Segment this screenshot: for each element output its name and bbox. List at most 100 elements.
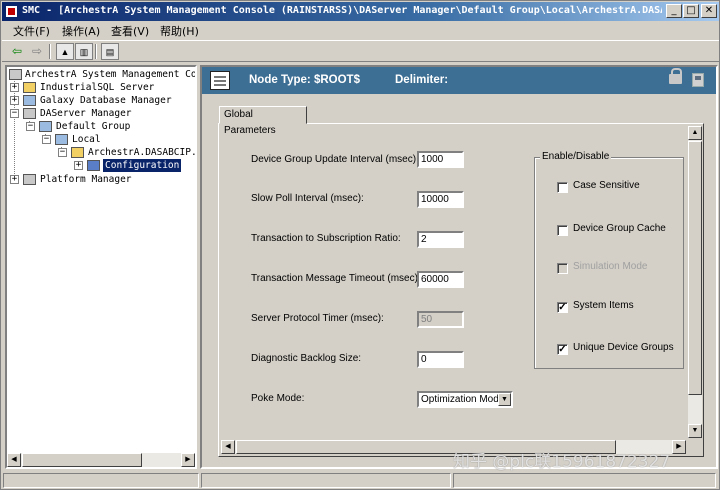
system-items-checkbox[interactable]: ✓ [557,302,568,313]
tree-item-label: Galaxy Database Manager [40,95,172,106]
toolbar: ⇦ ⇨ ▲ ▥ ▤ [2,40,719,62]
enable-disable-group: Enable/Disable Case Sensitive Device Gro… [534,151,684,369]
chevron-down-icon[interactable]: ▼ [498,393,511,406]
smc-window: SMC - [ArchestrA System Management Conso… [0,0,720,490]
menu-bar: 文件(F) 操作(A) 查看(V) 帮助(H) [2,21,719,39]
poke-mode-value: Optimization Mode [421,394,505,405]
status-panel [453,473,716,488]
lock-icon[interactable] [669,68,682,84]
properties-icon[interactable]: ▤ [101,43,119,60]
console-tree: ArchestrA System Management Console + In… [5,65,197,469]
expand-icon[interactable]: + [10,175,19,184]
close-button[interactable]: ✕ [701,4,717,18]
back-arrow-icon[interactable]: ⇦ [8,43,26,60]
unique-device-groups-checkbox[interactable]: ✓ [557,344,568,355]
diagnostic-backlog-label: Diagnostic Backlog Size: [251,353,362,364]
device-group-cache-label: Device Group Cache [573,223,666,234]
server-icon [23,108,36,119]
parameters-form: Device Group Update Interval (msec): 100… [221,126,686,438]
expand-icon[interactable]: + [74,161,83,170]
scroll-down-icon[interactable]: ▼ [688,424,702,438]
tree-item-label: Configuration [103,159,182,172]
unique-device-groups-label: Unique Device Groups [573,342,674,353]
node-header: Node Type: $ROOT$ Delimiter: [202,67,716,94]
watermark: 知乎 @plc联15961872327 [453,452,671,472]
title-bar[interactable]: SMC - [ArchestrA System Management Conso… [2,2,719,21]
tree-item-label: Local [72,134,101,145]
forward-arrow-icon[interactable]: ⇨ [28,43,46,60]
scrollbar-thumb[interactable] [688,141,702,395]
slow-poll-interval-label: Slow Poll Interval (msec): [251,193,364,204]
tab-global-parameters[interactable]: Global Parameters [219,106,307,136]
device-group-cache-checkbox[interactable] [557,225,568,236]
menu-file[interactable]: 文件(F) [13,23,50,39]
collapse-icon[interactable]: − [10,109,19,118]
folder-icon [23,82,36,93]
delimiter-label: Delimiter: [395,74,449,86]
global-parameters-panel: Device Group Update Interval (msec): 100… [218,123,704,457]
simulation-mode-checkbox [557,263,568,274]
database-icon [23,95,36,106]
minimize-button[interactable]: _ [666,4,682,18]
simulation-mode-label: Simulation Mode [573,261,648,272]
menu-view[interactable]: 查看(V) [111,23,149,39]
scroll-right-icon[interactable]: ▶ [672,440,686,454]
up-folder-icon[interactable]: ▲ [56,43,74,60]
tree-horizontal-scrollbar[interactable]: ◀ ▶ [7,453,195,467]
console-icon [9,69,22,80]
scroll-up-icon[interactable]: ▲ [688,126,702,140]
transaction-ratio-field[interactable]: 2 [417,231,464,248]
configuration-icon [87,160,100,171]
diagnostic-backlog-field[interactable]: 0 [417,351,464,368]
details-pane: Node Type: $ROOT$ Delimiter: Global Para… [200,65,718,472]
server-protocol-timer-label: Server Protocol Timer (msec): [251,313,384,324]
scroll-right-icon[interactable]: ▶ [181,453,195,467]
show-tree-icon[interactable]: ▥ [75,43,93,60]
node-config-icon [210,71,230,90]
collapse-icon[interactable]: − [58,148,67,157]
toolbar-separator [95,44,97,59]
tree-item-label: ArchestrA System Management Console [25,69,197,80]
tree-item-label: ArchestrA.DASABCIP.3 [88,147,197,158]
expand-icon[interactable]: + [10,96,19,105]
menu-help[interactable]: 帮助(H) [160,23,199,39]
menu-action[interactable]: 操作(A) [62,23,100,39]
device-group-update-interval-label: Device Group Update Interval (msec): [251,154,419,165]
window-title: SMC - [ArchestrA System Management Conso… [22,5,662,16]
toolbar-separator [49,44,51,59]
collapse-icon[interactable]: − [26,122,35,131]
computer-icon [55,134,68,145]
save-icon[interactable] [692,73,704,87]
smc-app-icon[interactable] [5,5,18,18]
tree-item-label: Default Group [56,121,131,132]
expand-icon[interactable]: + [10,83,19,92]
slow-poll-interval-field[interactable]: 10000 [417,191,464,208]
tree-item-label: DAServer Manager [40,108,132,119]
node-type-label: Node Type: $ROOT$ [249,74,360,86]
scrollbar-thumb[interactable] [22,453,142,467]
scroll-left-icon[interactable]: ◀ [7,453,21,467]
status-bar [3,472,718,489]
daserver-icon [71,147,84,158]
transaction-timeout-label: Transaction Message Timeout (msec): [251,273,421,284]
status-panel [3,473,199,488]
case-sensitive-checkbox[interactable] [557,182,568,193]
transaction-ratio-label: Transaction to Subscription Ratio: [251,233,401,244]
tree-item-label: IndustrialSQL Server [40,82,155,93]
poke-mode-label: Poke Mode: [251,393,305,404]
group-icon [39,121,52,132]
case-sensitive-label: Case Sensitive [573,180,640,191]
server-protocol-timer-field: 50 [417,311,464,328]
tree-item-label: Platform Manager [40,174,132,185]
enable-disable-title: Enable/Disable [540,151,612,162]
status-panel [201,473,451,488]
transaction-timeout-field[interactable]: 60000 [417,271,464,288]
system-items-label: System Items [573,300,634,311]
collapse-icon[interactable]: − [42,135,51,144]
maximize-button[interactable]: □ [683,4,699,18]
scroll-left-icon[interactable]: ◀ [221,440,235,454]
panel-vertical-scrollbar[interactable]: ▲ ▼ [688,126,702,438]
poke-mode-select[interactable]: Optimization Mode ▼ [417,391,513,408]
platform-icon [23,174,36,185]
device-group-update-interval-field[interactable]: 1000 [417,151,464,168]
